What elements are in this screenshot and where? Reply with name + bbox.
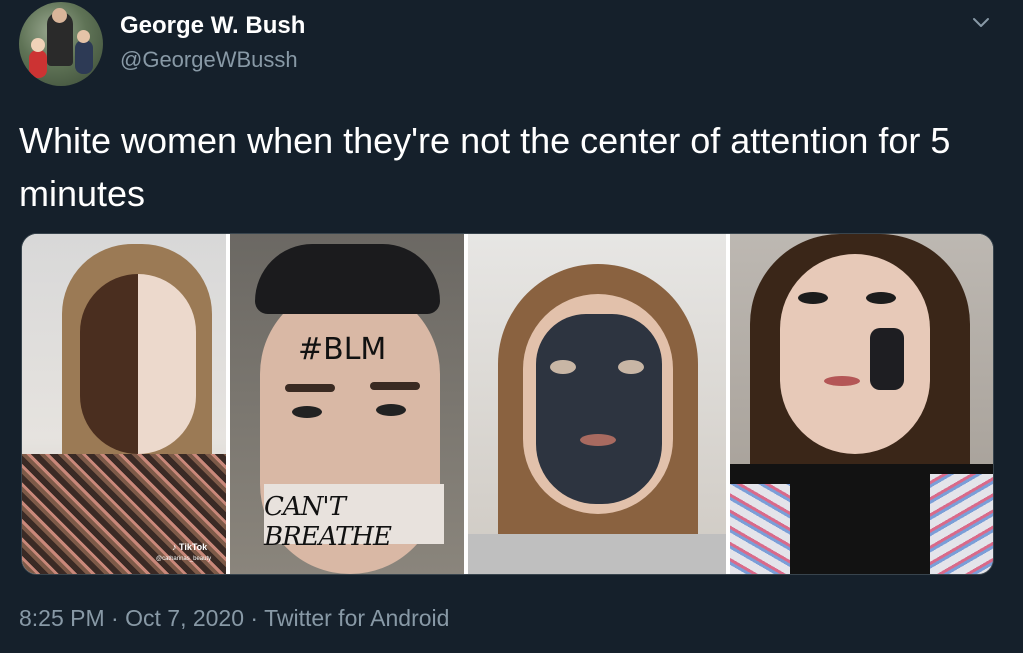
meta-separator: ·	[104, 605, 126, 631]
tiktok-watermark: ♪ TikTok	[172, 542, 207, 552]
photo-subject	[866, 292, 896, 304]
photo-subject	[618, 360, 644, 374]
media-photo-3[interactable]	[468, 234, 726, 574]
photo-subject	[580, 434, 616, 446]
photo-subject	[550, 360, 576, 374]
photo-subject	[798, 292, 828, 304]
photo-subject	[824, 376, 860, 386]
tweet: George W. Bush @GeorgeWBussh White women…	[0, 0, 1023, 653]
media-photo-1[interactable]: ♪ TikTok @catharinas_beauty	[22, 234, 226, 574]
avatar-figure	[52, 8, 67, 23]
tiktok-username: @catharinas_beauty	[156, 556, 212, 562]
photo-subject	[780, 254, 930, 454]
media-photo-4[interactable]	[730, 234, 993, 574]
meta-separator: ·	[244, 605, 265, 631]
photo-subject	[536, 314, 662, 504]
tweet-time[interactable]: 8:25 PM	[19, 605, 105, 631]
tweet-date[interactable]: Oct 7, 2020	[125, 605, 244, 631]
photo-subject	[468, 534, 726, 574]
tiktok-brand: TikTok	[179, 542, 208, 552]
author-handle[interactable]: @GeorgeWBussh	[120, 47, 298, 73]
photo-subject	[255, 244, 440, 314]
photo-subject	[930, 474, 993, 574]
forehead-text: #BLM	[298, 332, 387, 367]
avatar-figure	[29, 50, 47, 78]
photo-subject	[730, 484, 790, 574]
photo-subject	[370, 382, 420, 390]
avatar-figure	[31, 38, 45, 52]
tiktok-icon: ♪	[172, 542, 177, 552]
photo-subject	[870, 328, 904, 390]
media-grid: ♪ TikTok @catharinas_beauty #BLM CAN'T B…	[21, 233, 994, 575]
author-name[interactable]: George W. Bush	[120, 12, 305, 40]
avatar-figure	[77, 30, 90, 43]
photo-subject	[292, 406, 322, 418]
tweet-meta: 8:25 PM · Oct 7, 2020 · Twitter for Andr…	[19, 605, 449, 632]
chevron-down-icon[interactable]	[966, 8, 996, 38]
avatar-figure	[75, 40, 93, 74]
media-photo-2[interactable]: #BLM CAN'T BREATHE	[230, 234, 464, 574]
avatar[interactable]	[19, 2, 103, 86]
photo-subject	[80, 274, 138, 454]
tweet-source[interactable]: Twitter for Android	[264, 605, 449, 631]
mouth-text: CAN'T BREATHE	[264, 492, 392, 552]
photo-subject	[285, 384, 335, 392]
tweet-text: White women when they're not the center …	[19, 120, 951, 214]
photo-subject	[376, 404, 406, 416]
